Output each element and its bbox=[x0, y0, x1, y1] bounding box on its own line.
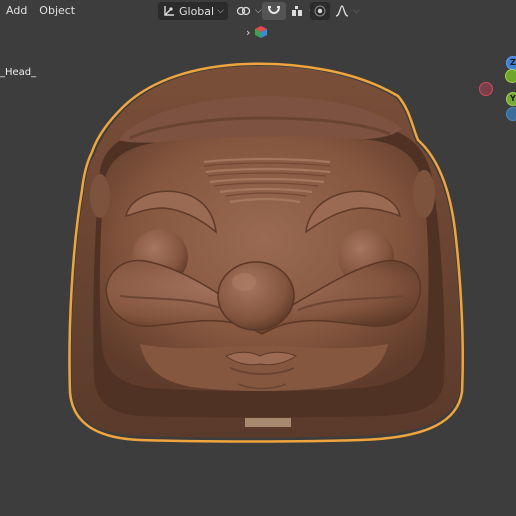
transform-axes-icon bbox=[164, 6, 174, 16]
gizmo-y-label: Y bbox=[510, 94, 516, 103]
chevron-right-icon: › bbox=[246, 25, 251, 39]
gizmo-neg-x-axis[interactable] bbox=[479, 82, 493, 96]
gizmo-z-label: Z bbox=[510, 58, 516, 67]
collection-cube-icon bbox=[255, 26, 268, 38]
proportional-tools: ⌵ bbox=[310, 2, 364, 20]
viewport-menu: Add Object bbox=[0, 0, 81, 22]
pivot-tools: ⌵ bbox=[232, 2, 266, 20]
chevron-down-icon: ⌵ bbox=[353, 6, 360, 16]
add-menu[interactable]: Add bbox=[0, 0, 33, 22]
chevron-down-icon: ⌵ bbox=[217, 6, 224, 16]
collection-breadcrumb[interactable]: › bbox=[246, 25, 268, 39]
magnet-icon bbox=[268, 6, 280, 14]
gizmo-neg-y-axis[interactable] bbox=[505, 69, 516, 83]
gizmo-neg-z-axis[interactable] bbox=[506, 107, 516, 121]
snap-toggle[interactable] bbox=[262, 2, 286, 20]
chevron-down-icon: ⌵ bbox=[255, 6, 262, 16]
proportional-edit-icon bbox=[314, 5, 326, 17]
3d-viewport[interactable]: Add Object Global ⌵ ⌵ ⌵ › _Head_ Z Y bbox=[0, 0, 516, 516]
falloff-curve-icon bbox=[335, 5, 349, 17]
pivot-point-dropdown[interactable]: ⌵ bbox=[232, 2, 266, 20]
orientation-label: Global bbox=[179, 4, 215, 18]
proportional-edit-toggle[interactable] bbox=[310, 2, 330, 20]
transform-orientation-dropdown[interactable]: Global ⌵ bbox=[158, 2, 228, 20]
sculpt-model[interactable] bbox=[0, 0, 516, 516]
falloff-dropdown[interactable]: ⌵ bbox=[330, 2, 364, 20]
snap-grid-icon bbox=[292, 6, 302, 16]
header-tools: Global ⌵ bbox=[158, 2, 228, 20]
object-name-label: _Head_ bbox=[0, 67, 37, 78]
pivot-link-icon bbox=[236, 6, 251, 16]
object-menu[interactable]: Object bbox=[33, 0, 81, 22]
